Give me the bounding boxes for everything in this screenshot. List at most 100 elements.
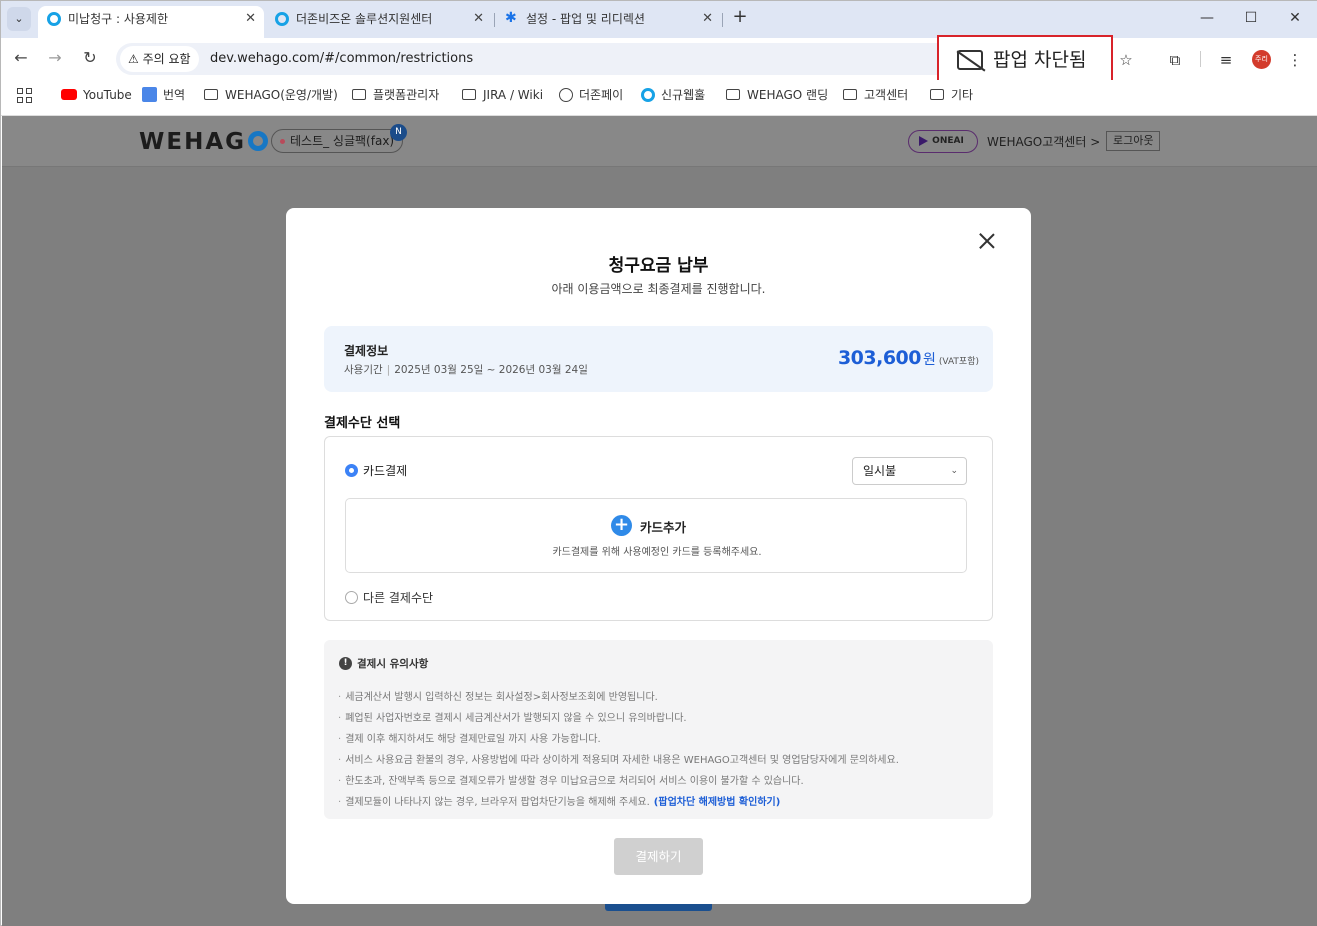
- close-window-icon[interactable]: ✕: [1284, 7, 1306, 29]
- bookmark-jira-wiki[interactable]: JIRA / Wiki: [462, 87, 543, 103]
- modal-title: 청구요금 납부: [608, 256, 709, 276]
- vat-note: (VAT포함): [938, 357, 979, 367]
- tab-separator: [722, 13, 723, 27]
- bookmark-label: 고객센터: [864, 88, 909, 102]
- other-payment-label[interactable]: 다른 결제수단: [363, 589, 433, 606]
- notice-item: 한도초과, 잔액부족 등으로 결제오류가 발생할 경우 미납요금으로 처리되어 …: [338, 771, 899, 792]
- tab-close-icon[interactable]: ✕: [473, 6, 484, 32]
- profile-avatar[interactable]: 주리: [1252, 50, 1271, 69]
- tab-strip: ⌄ 미납청구 : 사용제한 ✕ 더존비즈온 솔루션지원센터 ✕ ✱ 설정 - 팝…: [1, 1, 1317, 38]
- tab-settings[interactable]: ✱ 설정 - 팝업 및 리디렉션 ✕: [496, 6, 721, 38]
- notice-title: 결제시 유의사항: [357, 658, 429, 670]
- notice-text: 결제모듈이 나타나지 않는 경우, 브라우저 팝업차단기능을 해제해 주세요.: [345, 797, 650, 808]
- media-control-icon[interactable]: ≡: [1215, 49, 1237, 71]
- bookmark-label: YouTube: [83, 88, 132, 102]
- notice-item-popup: 결제모듈이 나타나지 않는 경우, 브라우저 팝업차단기능을 해제해 주세요. (…: [338, 792, 899, 813]
- other-payment-radio[interactable]: [345, 591, 358, 604]
- maximize-icon[interactable]: ☐: [1240, 7, 1262, 29]
- bookmark-label: WEHAGO(운영/개발): [225, 88, 338, 102]
- bookmark-customer-center[interactable]: 고객센터: [843, 87, 908, 103]
- card-payment-radio[interactable]: [345, 464, 358, 477]
- bookmark-douzone-pay[interactable]: 더존페이: [559, 87, 623, 103]
- folder-icon: [352, 89, 366, 100]
- tab-close-icon[interactable]: ✕: [702, 6, 713, 32]
- bookmark-label: 번역: [163, 88, 186, 102]
- address-bar[interactable]: ⚠ 주의 요함 dev.wehago.com/#/common/restrict…: [116, 43, 966, 75]
- bookmark-wehago-landing[interactable]: WEHAGO 랜딩: [726, 87, 828, 103]
- folder-icon: [204, 89, 218, 100]
- tab-support-center[interactable]: 더존비즈온 솔루션지원센터 ✕: [266, 6, 492, 38]
- bookmark-label: JIRA / Wiki: [483, 88, 544, 102]
- apps-grid-icon[interactable]: [17, 88, 33, 104]
- logout-button[interactable]: 로그아웃: [1106, 131, 1161, 151]
- url-text[interactable]: dev.wehago.com/#/common/restrictions: [210, 43, 473, 75]
- oneai-button[interactable]: ONEAI: [908, 130, 978, 153]
- toolbar-divider: [1200, 51, 1201, 67]
- forward-icon[interactable]: →: [44, 47, 66, 69]
- payment-method-box: 카드결제 일시불 ⌄ + 카드추가 카드결제를 위해 사용예정인 카드를 등록해…: [324, 436, 993, 621]
- pay-button[interactable]: 결제하기: [614, 838, 703, 875]
- minimize-icon[interactable]: —: [1196, 7, 1218, 29]
- bookmark-star-icon[interactable]: ☆: [1115, 49, 1137, 71]
- wehago-tab-icon: [275, 12, 289, 26]
- payment-modal: 청구요금 납부 아래 이용금액으로 최종결제를 진행합니다. 결제정보 사용기간…: [286, 208, 1031, 904]
- installment-select[interactable]: 일시불 ⌄: [852, 457, 967, 485]
- notice-list: 세금계산서 발행시 입력하신 정보는 회사설정>회사정보조회에 반영됩니다. 폐…: [338, 687, 899, 813]
- payment-amount: 303,600 원 (VAT포함): [838, 347, 979, 369]
- wehago-tab-icon: [47, 12, 61, 26]
- usage-period: 사용기간 | 2025년 03월 25일 ~ 2026년 03월 24일: [344, 362, 588, 377]
- folder-icon: [726, 89, 740, 100]
- payment-info-title: 결제정보: [344, 344, 389, 358]
- tab-title: 설정 - 팝업 및 리디렉션: [526, 12, 645, 26]
- tab-search-dropdown[interactable]: ⌄: [7, 7, 31, 31]
- security-warning-chip[interactable]: ⚠ 주의 요함: [120, 46, 199, 72]
- exclamation-icon: !: [339, 657, 352, 670]
- folder-icon: [930, 89, 944, 100]
- bookmark-wehago-ops[interactable]: WEHAGO(운영/개발): [204, 87, 338, 103]
- bookmark-new-webhook[interactable]: 신규웹훌: [641, 87, 705, 103]
- help-center-link[interactable]: WEHAGO고객센터 >: [987, 133, 1100, 150]
- new-tab-button[interactable]: +: [729, 6, 751, 30]
- popup-blocked-icon: [957, 50, 983, 70]
- logo-text: WEHAG: [139, 129, 247, 155]
- popup-blocked-indicator[interactable]: 팝업 차단됨: [937, 35, 1113, 85]
- settings-gear-icon: ✱: [505, 10, 517, 26]
- period-separator: |: [386, 364, 391, 376]
- new-badge: N: [390, 124, 407, 141]
- notice-item: 서비스 사용요금 환불의 경우, 사용방법에 따라 상이하게 적용되며 자세한 …: [338, 750, 899, 771]
- browser-window: ⌄ 미납청구 : 사용제한 ✕ 더존비즈온 솔루션지원센터 ✕ ✱ 설정 - 팝…: [0, 0, 1317, 926]
- bookmark-other[interactable]: 기타: [930, 87, 973, 103]
- bookmark-platform-admin[interactable]: 플랫폼관리자: [352, 87, 439, 103]
- logo-o-icon: [248, 131, 269, 151]
- bookmark-translate[interactable]: 번역: [142, 87, 185, 103]
- tab-title: 미납청구 : 사용제한: [68, 12, 168, 26]
- translate-icon: [142, 87, 157, 102]
- bookmark-youtube[interactable]: YouTube: [61, 87, 132, 103]
- bookmark-label: 신규웹훌: [661, 88, 706, 102]
- site-header: WEHAG 테스트_ 싱글팩(fax) N ONEAI WEHAGO고객센터 >…: [2, 116, 1317, 167]
- period-label: 사용기간: [344, 364, 383, 376]
- add-card-description: 카드결제를 위해 사용예정인 카드를 등록해주세요.: [552, 547, 762, 558]
- installment-value: 일시불: [863, 464, 897, 478]
- company-selector[interactable]: 테스트_ 싱글팩(fax): [271, 129, 404, 153]
- bookmark-label: WEHAGO 랜딩: [747, 88, 829, 102]
- bookmark-label: 플랫폼관리자: [373, 88, 440, 102]
- payment-method-heading: 결제수단 선택: [324, 416, 401, 431]
- tab-title: 더존비즈온 솔루션지원센터: [296, 12, 433, 26]
- tab-active[interactable]: 미납청구 : 사용제한 ✕: [38, 6, 264, 38]
- tab-separator: [494, 13, 495, 27]
- browser-menu-icon[interactable]: ⋮: [1284, 49, 1306, 71]
- amount-value: 303,600: [837, 347, 922, 369]
- period-value: 2025년 03월 25일 ~ 2026년 03월 24일: [394, 364, 588, 376]
- back-icon[interactable]: ←: [10, 47, 32, 69]
- popup-guide-link[interactable]: (팝업차단 해제방법 확인하기): [654, 797, 781, 808]
- extensions-icon[interactable]: ⧉: [1164, 49, 1186, 71]
- modal-subtitle: 아래 이용금액으로 최종결제를 진행합니다.: [551, 282, 766, 296]
- reload-icon[interactable]: ↻: [79, 47, 101, 69]
- tab-close-icon[interactable]: ✕: [245, 6, 256, 32]
- wehago-logo[interactable]: WEHAG: [139, 129, 269, 155]
- card-payment-label[interactable]: 카드결제: [363, 462, 407, 479]
- ring-icon: [641, 88, 655, 102]
- folder-icon: [843, 89, 857, 100]
- add-card-button[interactable]: + 카드추가 카드결제를 위해 사용예정인 카드를 등록해주세요.: [345, 498, 967, 573]
